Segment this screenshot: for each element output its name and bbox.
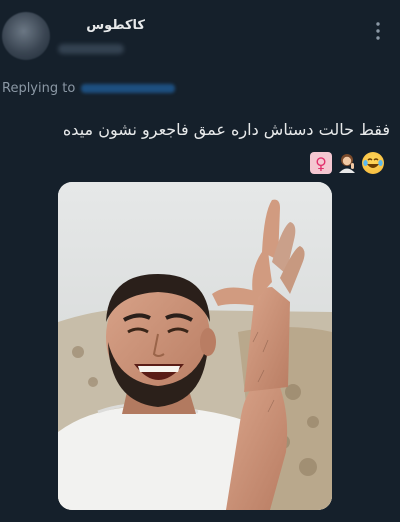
laughing-man-photo [58, 182, 332, 510]
more-options-button[interactable] [368, 20, 388, 42]
replying-to-label: Replying to [2, 80, 76, 96]
replying-to-handle-redacted[interactable] [81, 83, 176, 93]
more-vertical-icon [376, 22, 380, 40]
author-name[interactable]: کاکطوس [86, 18, 145, 33]
avatar[interactable] [2, 12, 50, 60]
tweet-image[interactable] [58, 182, 332, 510]
tweet-header: کاکطوس [0, 0, 400, 70]
female-sign-icon: ♀ [310, 152, 332, 174]
tweet-text: فقط حالت دستاش داره عمق فاجعرو نشون میده [62, 120, 390, 139]
replying-to-row: Replying to [2, 79, 176, 97]
emoji-row: ♀ [310, 150, 384, 176]
person-gesturing-icon [336, 152, 358, 174]
tears-of-joy-icon [362, 152, 384, 174]
author-handle-redacted [58, 44, 124, 54]
